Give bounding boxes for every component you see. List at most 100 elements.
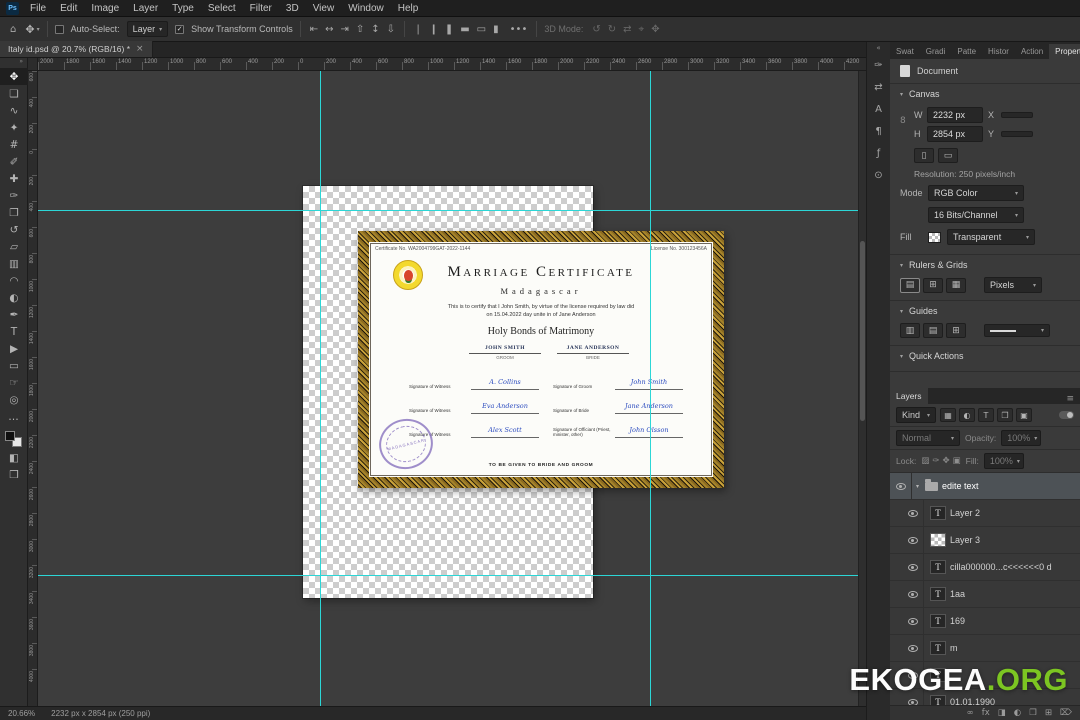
filter-shape-layers-icon[interactable]: ❒ [997, 408, 1013, 422]
opacity-field[interactable]: 100% ▾ [1001, 430, 1042, 446]
distribute-top-icon[interactable]: ▬ [458, 24, 471, 35]
height-field[interactable]: 2854 px [927, 126, 983, 142]
current-tool-preset[interactable]: ✥ ▾ [25, 23, 39, 36]
delete-layer-icon[interactable]: ⌦ [1060, 708, 1072, 718]
landscape-orientation-icon[interactable]: ▭ [938, 148, 958, 163]
layer-row[interactable]: ▾ T 169 [890, 608, 1080, 635]
healing-brush-tool[interactable]: ✚ [0, 170, 28, 187]
quick-mask-mode-icon[interactable]: ◧ [0, 449, 28, 466]
home-icon[interactable]: ⌂ [8, 24, 18, 35]
pen-tool[interactable]: ✒ [0, 306, 28, 323]
align-right-icon[interactable]: ⇥ [338, 24, 350, 35]
layer-row[interactable]: ▾ T m [890, 635, 1080, 662]
lock-position-icon[interactable]: ✥ [942, 456, 949, 466]
grid-snap-icon[interactable]: ▦ [946, 277, 966, 293]
layer-visibility-toggle[interactable] [902, 500, 924, 526]
layer-effects-icon[interactable]: fx [982, 708, 990, 718]
filter-toggle[interactable] [1059, 411, 1074, 419]
eyedropper-tool[interactable]: ✐ [0, 153, 28, 170]
ruler-icon[interactable]: ▤ [900, 277, 920, 293]
layer-row[interactable]: ▾ T Layer 2 [890, 500, 1080, 527]
menu-item[interactable]: Window [341, 3, 391, 14]
certificate-image[interactable]: Certificate No. WA2004799GAT-2022-1144 L… [358, 231, 724, 488]
bit-depth-dropdown[interactable]: 16 Bits/Channel ▾ [928, 207, 1024, 223]
grid-icon[interactable]: ⊞ [923, 277, 943, 293]
edit-toolbar-icon[interactable]: … [0, 408, 28, 425]
expand-panels-icon[interactable]: « [876, 42, 880, 54]
lasso-tool[interactable]: ∿ [0, 102, 28, 119]
canvas-area[interactable]: Certificate No. WA2004799GAT-2022-1144 L… [38, 71, 866, 706]
menu-item[interactable]: Image [84, 3, 126, 14]
align-center-v-icon[interactable]: ↕ [369, 24, 381, 35]
layer-visibility-toggle[interactable] [902, 635, 924, 661]
menu-item[interactable]: Select [201, 3, 243, 14]
zoom-level[interactable]: 20.66% [8, 709, 35, 718]
layer-visibility-toggle[interactable] [902, 581, 924, 607]
new-layer-icon[interactable]: ⊞ [1045, 708, 1052, 718]
layer-row[interactable]: ▾ T edite text [890, 473, 1080, 500]
auto-select-target-dropdown[interactable]: Layer ▾ [126, 21, 169, 37]
blend-mode-dropdown[interactable]: Normal ▾ [896, 430, 960, 446]
align-top-icon[interactable]: ⇧ [354, 24, 366, 35]
gradient-tool[interactable]: ▥ [0, 255, 28, 272]
guide-vertical[interactable] [320, 71, 321, 706]
distribute-bottom-icon[interactable]: ▮ [491, 24, 501, 35]
guide-vertical[interactable] [650, 71, 651, 706]
guide-horizontal[interactable] [38, 575, 866, 576]
menu-item[interactable]: Edit [53, 3, 84, 14]
menu-item[interactable]: File [23, 3, 53, 14]
document-tab[interactable]: Italy id.psd @ 20.7% (RGB/16) * × [0, 41, 153, 57]
ruler-corner[interactable] [28, 58, 38, 71]
canvas-fill-dropdown[interactable]: Transparent ▾ [947, 229, 1035, 245]
clone-stamp-tool[interactable]: ❐ [0, 204, 28, 221]
width-field[interactable]: 2232 px [927, 107, 983, 123]
layer-row[interactable]: ▾ T 1aa [890, 581, 1080, 608]
guides-header[interactable]: ▾ Guides [890, 301, 1080, 321]
panel-tab[interactable]: Patte [951, 44, 982, 59]
lock-guides-icon[interactable]: ▤ [923, 323, 943, 338]
collapse-tools-icon[interactable]: » [19, 58, 27, 68]
auto-select-checkbox[interactable] [54, 24, 64, 34]
quick-actions-header[interactable]: ▾ Quick Actions [890, 346, 1080, 366]
vertical-scrollbar[interactable] [858, 71, 866, 706]
panel-menu-icon[interactable]: ≡ [1060, 394, 1080, 404]
filter-kind-dropdown[interactable]: Kind ▾ [896, 407, 936, 423]
layer-visibility-toggle[interactable] [902, 608, 924, 634]
filter-type-layers-icon[interactable]: T [978, 408, 994, 422]
layers-tab[interactable]: Layers [890, 388, 928, 404]
foreground-color-swatch[interactable] [5, 431, 15, 441]
align-bottom-icon[interactable]: ⇩ [385, 24, 397, 35]
close-icon[interactable]: × [136, 44, 144, 54]
paragraph-panel-icon[interactable]: ¶ [867, 120, 891, 142]
dodge-tool[interactable]: ◐ [0, 289, 28, 306]
brush-settings-panel-icon[interactable]: ✑ [867, 54, 891, 76]
link-dimensions-icon[interactable]: 8 [900, 116, 906, 126]
align-left-icon[interactable]: ⇤ [308, 24, 320, 35]
layer-visibility-toggle[interactable] [890, 473, 912, 499]
hand-tool[interactable]: ☞ [0, 374, 28, 391]
portrait-orientation-icon[interactable]: ▯ [914, 148, 934, 163]
path-selection-tool[interactable]: ▶ [0, 340, 28, 357]
blur-tool[interactable]: ◠ [0, 272, 28, 289]
menu-item[interactable]: Layer [126, 3, 165, 14]
clear-guides-icon[interactable]: ⊞ [946, 323, 966, 338]
fill-field[interactable]: 100% ▾ [983, 453, 1024, 469]
align-center-h-icon[interactable]: ↔ [323, 24, 335, 35]
panel-tab[interactable]: Properties [1049, 44, 1080, 59]
history-brush-tool[interactable]: ↺ [0, 221, 28, 238]
menu-item[interactable]: Help [391, 3, 426, 14]
eraser-tool[interactable]: ▱ [0, 238, 28, 255]
distribute-right-icon[interactable]: ❚ [443, 24, 455, 35]
filter-adjustment-layers-icon[interactable]: ◐ [959, 408, 975, 422]
more-options-icon[interactable]: ••• [508, 24, 530, 35]
rulers-grids-header[interactable]: ▾ Rulers & Grids [890, 255, 1080, 275]
screen-mode-icon[interactable]: ❒ [0, 466, 28, 483]
menu-item[interactable]: Filter [243, 3, 279, 14]
move-tool[interactable]: ✥ [0, 68, 28, 85]
menu-item[interactable]: 3D [279, 3, 306, 14]
scrollbar-thumb[interactable] [860, 241, 865, 421]
distribute-left-icon[interactable]: ❘ [412, 24, 424, 35]
layer-visibility-toggle[interactable] [902, 527, 924, 553]
group-expand-icon[interactable]: ▾ [916, 483, 919, 490]
panel-tab[interactable]: Histor [982, 44, 1015, 59]
